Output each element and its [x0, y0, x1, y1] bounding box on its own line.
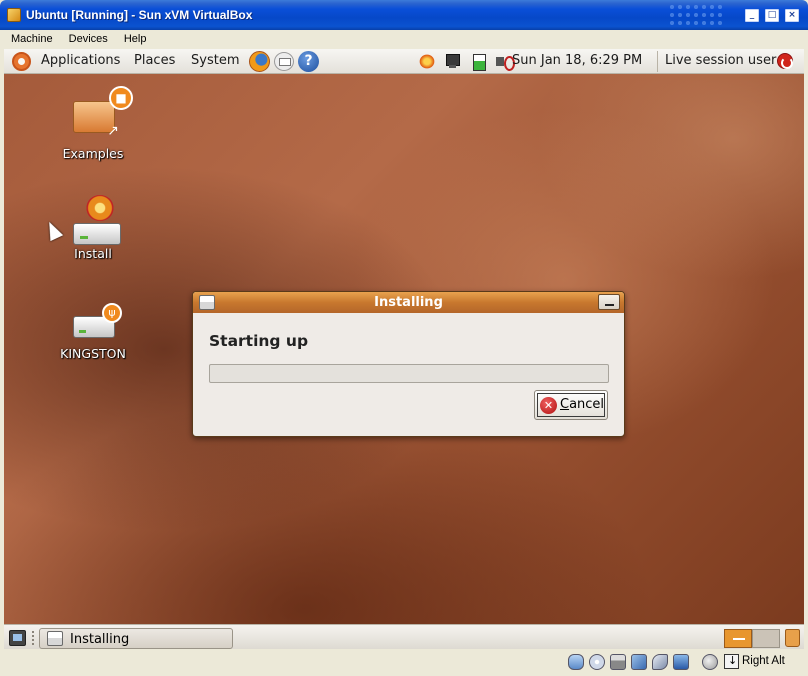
cancel-label: Cancel — [560, 397, 605, 412]
usb-icon[interactable] — [652, 654, 668, 670]
workspace-1-button[interactable] — [724, 629, 752, 648]
dialog-titlebar[interactable]: Installing — [193, 292, 624, 313]
places-menu[interactable]: Places — [134, 53, 175, 68]
desktop-icon-label: KINGSTON — [60, 346, 126, 361]
host-key-icon — [724, 654, 739, 669]
host-window-title: Ubuntu [Running] - Sun xVM VirtualBox — [26, 8, 253, 22]
update-notifier-icon[interactable] — [418, 53, 436, 70]
taskbar-button-label: Installing — [70, 632, 130, 647]
titlebar-decoration — [668, 3, 724, 27]
close-button[interactable]: × — [785, 9, 799, 22]
menu-help[interactable]: Help — [117, 30, 153, 45]
cd-dvd-icon[interactable] — [589, 654, 605, 670]
volume-icon[interactable] — [494, 53, 515, 71]
floppy-icon[interactable] — [610, 654, 626, 670]
hard-disk-icon[interactable] — [568, 654, 584, 670]
taskbar-button-installing[interactable]: Installing — [39, 628, 233, 649]
panel-grip-handle[interactable] — [31, 630, 35, 646]
cancel-button[interactable]: ✕ Cancel — [534, 390, 608, 420]
installing-dialog: Installing Starting up ✕ Cancel — [192, 291, 625, 437]
ubuntu-logo-icon[interactable] — [12, 52, 31, 71]
vbox-statusbar: Right Alt — [0, 649, 808, 676]
menu-machine[interactable]: Machine — [4, 30, 59, 45]
host-menubar: Machine Devices Help — [4, 30, 804, 49]
installer-icon — [199, 295, 215, 310]
virtualbox-app-icon — [7, 8, 21, 22]
mouse-integration-icon[interactable] — [702, 654, 718, 670]
power-icon[interactable] — [777, 53, 793, 69]
desktop-icon-kingston[interactable]: ψ KINGSTON — [48, 49, 138, 364]
network-icon[interactable] — [631, 654, 647, 670]
host-window-titlebar[interactable]: Ubuntu [Running] - Sun xVM VirtualBox _ … — [0, 0, 808, 30]
dialog-minimize-button[interactable] — [598, 294, 620, 310]
panel-clock[interactable]: Sun Jan 18, 6:29 PM — [512, 53, 642, 68]
usb-icon: ψ — [102, 303, 122, 323]
session-user-label[interactable]: Live session user — [665, 53, 776, 68]
battery-icon[interactable] — [470, 53, 488, 71]
cancel-icon: ✕ — [540, 397, 557, 414]
dialog-heading: Starting up — [209, 332, 309, 350]
guest-screen[interactable]: Applications Places System ? Sun Jan 18,… — [4, 49, 804, 649]
install-progress-bar — [209, 364, 609, 383]
network-icon[interactable] — [444, 53, 462, 70]
trash-icon[interactable] — [785, 629, 800, 647]
installer-icon — [47, 631, 63, 646]
help-icon[interactable]: ? — [298, 51, 319, 72]
firefox-icon[interactable] — [249, 51, 270, 72]
show-desktop-icon[interactable] — [9, 630, 26, 646]
menu-devices[interactable]: Devices — [62, 30, 114, 45]
shared-folders-icon[interactable] — [673, 654, 689, 670]
minimize-button[interactable]: _ — [745, 9, 759, 22]
workspace-2-button[interactable] — [752, 629, 780, 648]
dialog-title: Installing — [374, 295, 443, 310]
system-menu[interactable]: System — [191, 53, 239, 68]
maximize-button[interactable]: □ — [765, 9, 779, 22]
mail-icon[interactable] — [274, 52, 294, 71]
gnome-bottom-panel: Installing — [4, 624, 804, 649]
host-key-label: Right Alt — [742, 655, 785, 667]
panel-separator — [657, 51, 658, 72]
